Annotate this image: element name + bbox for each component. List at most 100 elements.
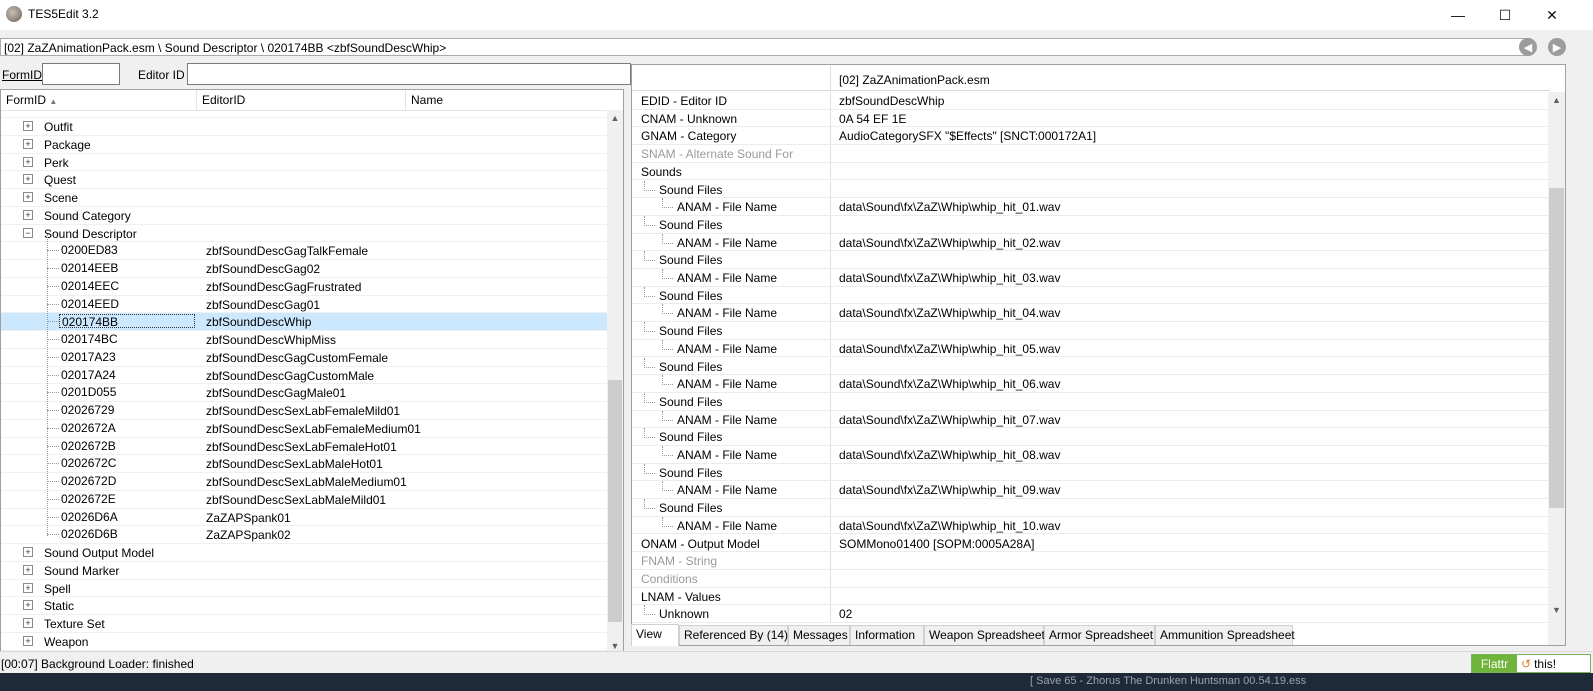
tab-ammunition-spreadsheet[interactable]: Ammunition Spreadsheet	[1155, 625, 1295, 645]
tree-category-row[interactable]: + Static	[1, 597, 609, 616]
tree-category-row[interactable]: + Sound Category	[1, 207, 609, 225]
record-field-row[interactable]: Sound Files	[632, 463, 1550, 482]
collapse-icon[interactable]: −	[23, 227, 33, 238]
record-field-row[interactable]: Sound Files	[632, 322, 1550, 340]
record-field-row[interactable]: Sound Files	[632, 428, 1550, 446]
expand-icon[interactable]: +	[23, 564, 33, 575]
expand-icon[interactable]: +	[23, 138, 33, 149]
tree-scrollbar-thumb[interactable]	[608, 380, 622, 622]
tree-category-row[interactable]: + Weapon	[1, 633, 609, 651]
record-field-value[interactable]: AudioCategorySFX "$Effects" [SNCT:000172…	[839, 129, 1096, 143]
tree-category-row[interactable]: + Sound Marker	[1, 562, 609, 580]
tree-record-row[interactable]: 02014EED zbfSoundDescGag01	[1, 296, 609, 314]
record-field-row[interactable]: CNAM - Unknown 0A 54 EF 1E	[632, 109, 1550, 128]
record-field-row[interactable]: ANAM - File Name data\Sound\fx\ZaZ\Whip\w…	[632, 304, 1550, 323]
record-field-row[interactable]: ANAM - File Name data\Sound\fx\ZaZ\Whip\w…	[632, 269, 1550, 287]
record-field-row[interactable]: EDID - Editor ID zbfSoundDescWhip	[632, 92, 1550, 110]
tab-armor-spreadsheet[interactable]: Armor Spreadsheet	[1044, 625, 1155, 645]
record-field-row[interactable]: Sound Files	[632, 357, 1550, 376]
tree-category-row[interactable]: + Outfit	[1, 118, 609, 136]
record-field-row[interactable]: Sound Files	[632, 215, 1550, 234]
tree-record-row[interactable]: 0202672C zbfSoundDescSexLabMaleHot01	[1, 455, 609, 474]
tab-weapon-spreadsheet[interactable]: Weapon Spreadsheet	[924, 625, 1045, 645]
flattr-button[interactable]: Flattr ↺ this!	[1471, 654, 1591, 673]
record-field-row[interactable]: ANAM - File Name data\Sound\fx\ZaZ\Whip\w…	[632, 198, 1550, 216]
record-field-value[interactable]: data\Sound\fx\ZaZ\Whip\whip_hit_07.wav	[839, 413, 1060, 427]
record-field-row[interactable]: Sound Files	[632, 251, 1550, 269]
record-field-row[interactable]: Sound Files	[632, 180, 1550, 199]
record-field-value[interactable]: 0A 54 EF 1E	[839, 112, 906, 126]
record-field-value[interactable]: data\Sound\fx\ZaZ\Whip\whip_hit_04.wav	[839, 306, 1060, 320]
record-field-row[interactable]: Conditions	[632, 569, 1550, 588]
forward-arrow-icon[interactable]: ▶	[1548, 38, 1566, 56]
scroll-up-arrow-icon[interactable]: ▲	[1548, 92, 1565, 108]
record-view-panel[interactable]: [02] ZaZAnimationPack.esm EDID - Editor …	[631, 64, 1566, 646]
scroll-up-arrow-icon[interactable]: ▲	[607, 110, 623, 126]
record-field-row[interactable]: Sound Files	[632, 392, 1550, 411]
record-field-row[interactable]: ANAM - File Name data\Sound\fx\ZaZ\Whip\w…	[632, 339, 1550, 358]
record-field-row[interactable]: Unknown 02	[632, 605, 1550, 623]
close-button[interactable]: ✕	[1529, 0, 1575, 30]
record-field-value[interactable]: data\Sound\fx\ZaZ\Whip\whip_hit_06.wav	[839, 377, 1060, 391]
tab-information[interactable]: Information	[850, 625, 924, 645]
tree-category-row[interactable]: + Spell	[1, 580, 609, 598]
tree-category-row[interactable]: + Quest	[1, 171, 609, 190]
tree-record-row[interactable]: 02017A23 zbfSoundDescGagCustomFemale	[1, 349, 609, 367]
tree-record-row[interactable]: 0201D055 zbfSoundDescGagMale01	[1, 384, 609, 403]
record-tree-view[interactable]: FormID ▲ EditorID Name + Outfit + Package + P…	[0, 89, 624, 657]
tree-record-row[interactable]: 0202672B zbfSoundDescSexLabFemaleHot01	[1, 438, 609, 456]
record-field-value[interactable]: data\Sound\fx\ZaZ\Whip\whip_hit_02.wav	[839, 236, 1060, 250]
tree-category-row[interactable]: − Sound Descriptor	[1, 225, 609, 243]
tab-messages[interactable]: Messages	[788, 625, 850, 645]
record-field-row[interactable]: ANAM - File Name data\Sound\fx\ZaZ\Whip\w…	[632, 233, 1550, 252]
column-header-editorid[interactable]: EditorID	[202, 93, 245, 107]
record-field-row[interactable]: FNAM - String	[632, 552, 1550, 570]
tab-view[interactable]: View	[631, 624, 679, 646]
minimize-button[interactable]: —	[1435, 0, 1481, 30]
tree-record-row[interactable]: 02014EEC zbfSoundDescGagFrustrated	[1, 278, 609, 296]
record-field-row[interactable]: ANAM - File Name data\Sound\fx\ZaZ\Whip\w…	[632, 375, 1550, 393]
record-field-value[interactable]: data\Sound\fx\ZaZ\Whip\whip_hit_01.wav	[839, 200, 1060, 214]
tree-category-row[interactable]: + Sound Output Model	[1, 544, 609, 562]
tree-category-row[interactable]: + Package	[1, 136, 609, 154]
tree-category-row[interactable]: + Perk	[1, 154, 609, 172]
tree-record-row[interactable]: 0202672A zbfSoundDescSexLabFemaleMedium01	[1, 420, 609, 438]
expand-icon[interactable]: +	[23, 156, 33, 167]
record-field-value[interactable]: 02	[839, 607, 852, 621]
record-field-row[interactable]: GNAM - Category AudioCategorySFX "$Effect…	[632, 127, 1550, 146]
record-field-row[interactable]: Sound Files	[632, 499, 1550, 517]
record-scrollbar[interactable]: ▲ ▼	[1548, 92, 1565, 645]
tree-record-row-selected[interactable]: 020174BB zbfSoundDescWhip	[1, 313, 609, 332]
column-separator[interactable]	[405, 90, 406, 110]
formid-filter-input[interactable]	[42, 63, 120, 85]
record-scrollbar-thumb[interactable]	[1549, 188, 1564, 508]
record-field-row[interactable]: SNAM - Alternate Sound For	[632, 145, 1550, 163]
taskbar-window-title[interactable]: [ Save 65 - Zhorus The Drunken Huntsman …	[1030, 675, 1306, 687]
record-field-value[interactable]: SOMMono01400 [SOPM:0005A28A]	[839, 537, 1034, 551]
expand-icon[interactable]: +	[23, 600, 33, 611]
expand-icon[interactable]: +	[23, 618, 33, 628]
maximize-button[interactable]: ☐	[1482, 0, 1528, 30]
record-field-row[interactable]: Sound Files	[632, 286, 1550, 305]
tree-record-row[interactable]: 02026D6B ZaZAPSpank02	[1, 526, 609, 545]
record-field-row[interactable]: ANAM - File Name data\Sound\fx\ZaZ\Whip\w…	[632, 481, 1550, 500]
tree-record-row[interactable]: 0200ED83 zbfSoundDescGagTalkFemale	[1, 242, 609, 261]
expand-icon[interactable]: +	[23, 192, 33, 202]
tree-record-row[interactable]: 02014EEB zbfSoundDescGag02	[1, 260, 609, 278]
record-field-row[interactable]: LNAM - Values	[632, 587, 1550, 606]
column-header-name[interactable]: Name	[411, 93, 443, 107]
record-field-row[interactable]: ONAM - Output Model SOMMono01400 [SOPM:00…	[632, 534, 1550, 553]
record-field-row[interactable]: Sounds	[632, 162, 1550, 181]
tree-category-row[interactable]: + Texture Set	[1, 615, 609, 633]
tree-record-row[interactable]: 0202672E zbfSoundDescSexLabMaleMild01	[1, 491, 609, 509]
record-field-row[interactable]: ANAM - File Name data\Sound\fx\ZaZ\Whip\w…	[632, 516, 1550, 535]
scroll-down-arrow-icon[interactable]: ▼	[1548, 602, 1565, 618]
tree-record-row[interactable]: 02017A24 zbfSoundDescGagCustomMale	[1, 367, 609, 385]
tree-record-row[interactable]: 020174BC zbfSoundDescWhipMiss	[1, 331, 609, 349]
tree-record-row[interactable]: 02026729 zbfSoundDescSexLabFemaleMild01	[1, 402, 609, 420]
tree-record-row[interactable]: 0202672D zbfSoundDescSexLabMaleMedium01	[1, 473, 609, 491]
tree-scrollbar[interactable]: ▲ ▼	[607, 110, 623, 656]
record-field-row[interactable]: ANAM - File Name data\Sound\fx\ZaZ\Whip\w…	[632, 410, 1550, 429]
record-field-value[interactable]: data\Sound\fx\ZaZ\Whip\whip_hit_09.wav	[839, 483, 1060, 497]
tree-category-row[interactable]: + Scene	[1, 189, 609, 207]
